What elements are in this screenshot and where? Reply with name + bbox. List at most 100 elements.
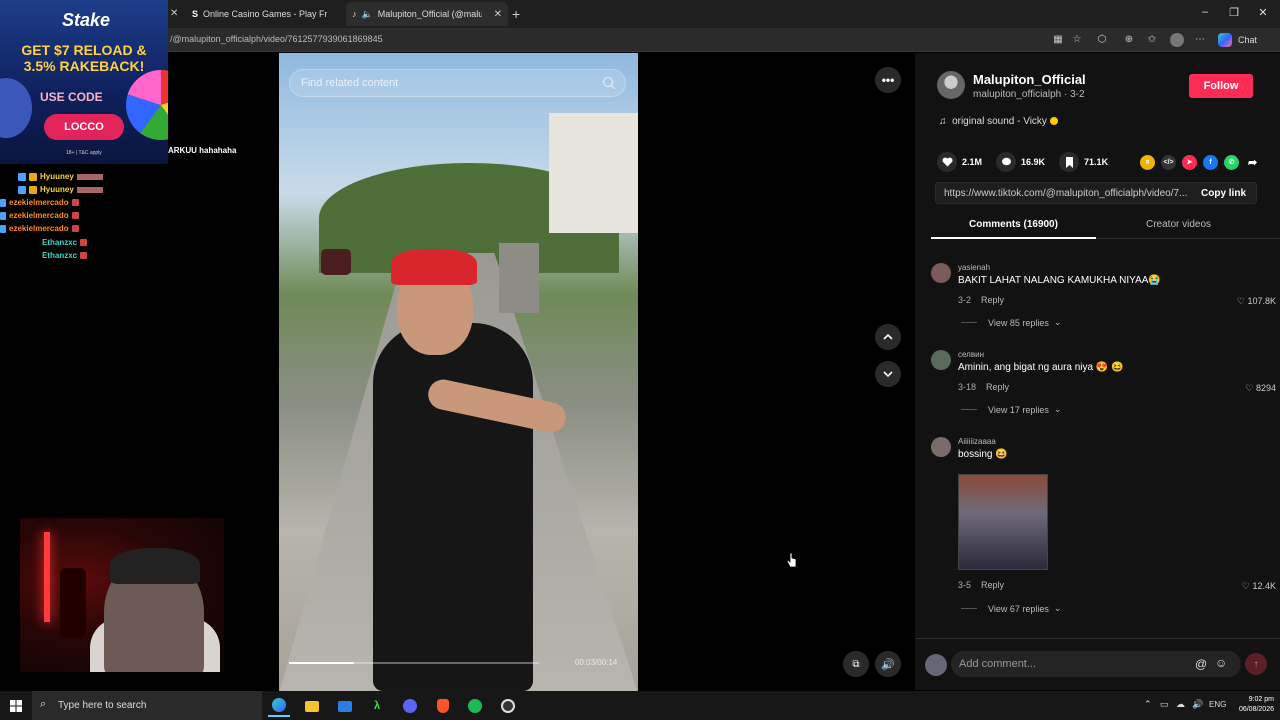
embed-icon[interactable]: </> — [1161, 154, 1177, 170]
commenter-name[interactable]: селвин — [958, 350, 984, 359]
stake-ad-banner: Stake GET $7 RELOAD & 3.5% RAKEBACK! USE… — [0, 0, 168, 164]
favorites-icon[interactable]: ✩ — [1146, 34, 1158, 46]
collections-icon[interactable]: ⊕ — [1123, 34, 1135, 46]
cloud-icon[interactable]: ☁ — [1176, 699, 1185, 710]
video-player[interactable]: Find related content 00:03/00:14 — [279, 53, 638, 691]
reply-button[interactable]: Reply — [981, 580, 1004, 590]
save-stat[interactable]: 71.1K — [1059, 152, 1108, 172]
commenter-avatar[interactable] — [931, 437, 951, 457]
brave-icon[interactable] — [432, 695, 454, 717]
volume-icon[interactable]: 🔊 — [1192, 699, 1203, 710]
close-icon[interactable]: ✕ — [170, 8, 178, 19]
language-indicator[interactable]: ENG — [1209, 700, 1226, 709]
taskbar-search[interactable]: ⌕ Type here to search — [32, 691, 262, 720]
copilot-icon[interactable] — [1218, 33, 1232, 47]
commenter-avatar[interactable] — [931, 263, 951, 283]
commenter-avatar[interactable] — [931, 350, 951, 370]
taskbar-clock[interactable]: 9:02 pm 06/08/2026 — [1230, 695, 1274, 715]
view-replies[interactable]: View 17 replies ⌄ — [961, 404, 1061, 415]
volume-button[interactable]: 🔊 — [875, 651, 901, 677]
new-tab-icon[interactable]: + — [512, 6, 520, 22]
sound-link[interactable]: ♫ original sound - Vicky — [939, 116, 1058, 127]
obs-icon[interactable] — [497, 695, 519, 717]
bookmark-icon — [1059, 152, 1080, 172]
view-replies[interactable]: View 85 replies ⌄ — [961, 317, 1061, 328]
next-video-button[interactable] — [875, 361, 901, 387]
comment-image[interactable] — [958, 474, 1048, 570]
comment-item: yasienah BAKIT LAHAT NALANG KAMUKHA NIYA… — [931, 263, 1276, 333]
heart-icon — [937, 152, 957, 172]
more-options-button[interactable]: ••• — [875, 67, 901, 93]
ad-code-badge: LOCCO — [44, 114, 124, 140]
send-icon[interactable]: ➤ — [1182, 154, 1198, 170]
music-note-icon: ♫ — [939, 116, 947, 127]
comment-like[interactable]: ♡ 107.8K — [1237, 296, 1276, 307]
more-icon[interactable]: ⋯ — [1194, 34, 1206, 46]
app-icon[interactable]: λ — [366, 695, 388, 717]
heart-outline-icon: ♡ — [1236, 296, 1245, 306]
whatsapp-icon[interactable]: ✆ — [1224, 154, 1240, 170]
apps-icon[interactable]: ▦ — [1052, 34, 1064, 46]
comment-meta: 3-5 Reply — [958, 580, 1004, 590]
windows-start-icon[interactable] — [5, 695, 27, 717]
video-progress-bar[interactable] — [289, 662, 539, 664]
mention-icon[interactable]: @ — [1195, 657, 1207, 671]
pip-button[interactable]: ⧉ — [843, 651, 869, 677]
chat-label[interactable]: Chat — [1238, 35, 1257, 45]
comment-like[interactable]: ♡ 12.4K — [1242, 581, 1276, 592]
chat-entry: Ethanzxc — [42, 251, 88, 260]
chevron-up-icon[interactable]: ⌃ — [1144, 699, 1152, 710]
tab-tiktok[interactable]: ♪ 🔈 Malupiton_Official (@malupit ✕ — [346, 2, 508, 26]
related-search-box[interactable]: Find related content — [289, 69, 626, 97]
chevron-down-icon: ⌄ — [1053, 603, 1062, 613]
view-replies[interactable]: View 67 replies ⌄ — [961, 603, 1061, 614]
heart-outline-icon: ♡ — [1245, 383, 1254, 393]
comment-like[interactable]: ♡ 8294 — [1245, 383, 1276, 394]
post-comment-button[interactable]: ↑ — [1245, 653, 1267, 675]
file-explorer-icon[interactable] — [301, 695, 323, 717]
coin-icon[interactable]: ¤ — [1140, 154, 1156, 170]
edge-icon[interactable] — [268, 695, 290, 717]
like-stat[interactable]: 2.1M — [937, 152, 982, 172]
comment-meta: 3-2 Reply — [958, 295, 1004, 305]
comment-icon — [996, 152, 1017, 172]
tab-casino[interactable]: S Online Casino Games - Play Free N — [186, 2, 344, 26]
close-window-icon[interactable]: ✕ — [1253, 6, 1273, 19]
discord-icon[interactable] — [399, 695, 421, 717]
commenter-name[interactable]: yasienah — [958, 263, 990, 272]
follow-button[interactable]: Follow — [1189, 74, 1253, 98]
url-field[interactable]: /@malupiton_officialph/video/76125779390… — [170, 34, 383, 44]
extension-icon[interactable]: ⬡ — [1096, 34, 1108, 46]
emoji-icon[interactable]: ☺ — [1215, 656, 1227, 670]
creator-avatar[interactable] — [937, 71, 965, 99]
chat-entry: Hyuuney — [18, 185, 103, 194]
facebook-icon[interactable]: f — [1203, 154, 1219, 170]
network-icon[interactable]: ▭ — [1160, 699, 1169, 710]
like-count: 2.1M — [962, 157, 983, 167]
comment-text: Aminin, ang bigat ng aura niya 😍 😆 — [958, 362, 1124, 373]
emote-icon — [71, 199, 79, 206]
creator-username[interactable]: Malupiton_Official — [973, 72, 1086, 87]
profile-avatar[interactable] — [1170, 33, 1184, 47]
ball-graphic — [0, 78, 32, 138]
tab-comments[interactable]: Comments (16900) — [931, 215, 1096, 239]
comment-like-count: 8294 — [1255, 383, 1276, 393]
spotify-icon[interactable] — [464, 695, 486, 717]
block-wall — [499, 243, 539, 313]
share-link-url[interactable]: https://www.tiktok.com/@malupiton_offici… — [944, 188, 1190, 199]
add-comment-bar: @ ☺ ↑ — [915, 638, 1280, 690]
previous-video-button[interactable] — [875, 324, 901, 350]
share-icon[interactable]: ➦ — [1245, 155, 1260, 170]
commenter-name[interactable]: Aiiiiiizaaaa — [958, 437, 996, 446]
minimize-icon[interactable]: – — [1195, 6, 1215, 18]
tab-creator-videos[interactable]: Creator videos — [1096, 215, 1261, 239]
search-icon[interactable] — [602, 76, 616, 90]
restore-icon[interactable]: ❐ — [1224, 6, 1244, 19]
close-icon[interactable]: ✕ — [494, 9, 502, 20]
reply-button[interactable]: Reply — [981, 295, 1004, 305]
comment-stat[interactable]: 16.9K — [996, 152, 1045, 172]
reply-button[interactable]: Reply — [986, 382, 1009, 392]
mail-icon[interactable] — [334, 695, 356, 717]
star-icon[interactable]: ☆ — [1071, 34, 1083, 46]
copy-link-button[interactable]: Copy link — [1201, 188, 1246, 199]
